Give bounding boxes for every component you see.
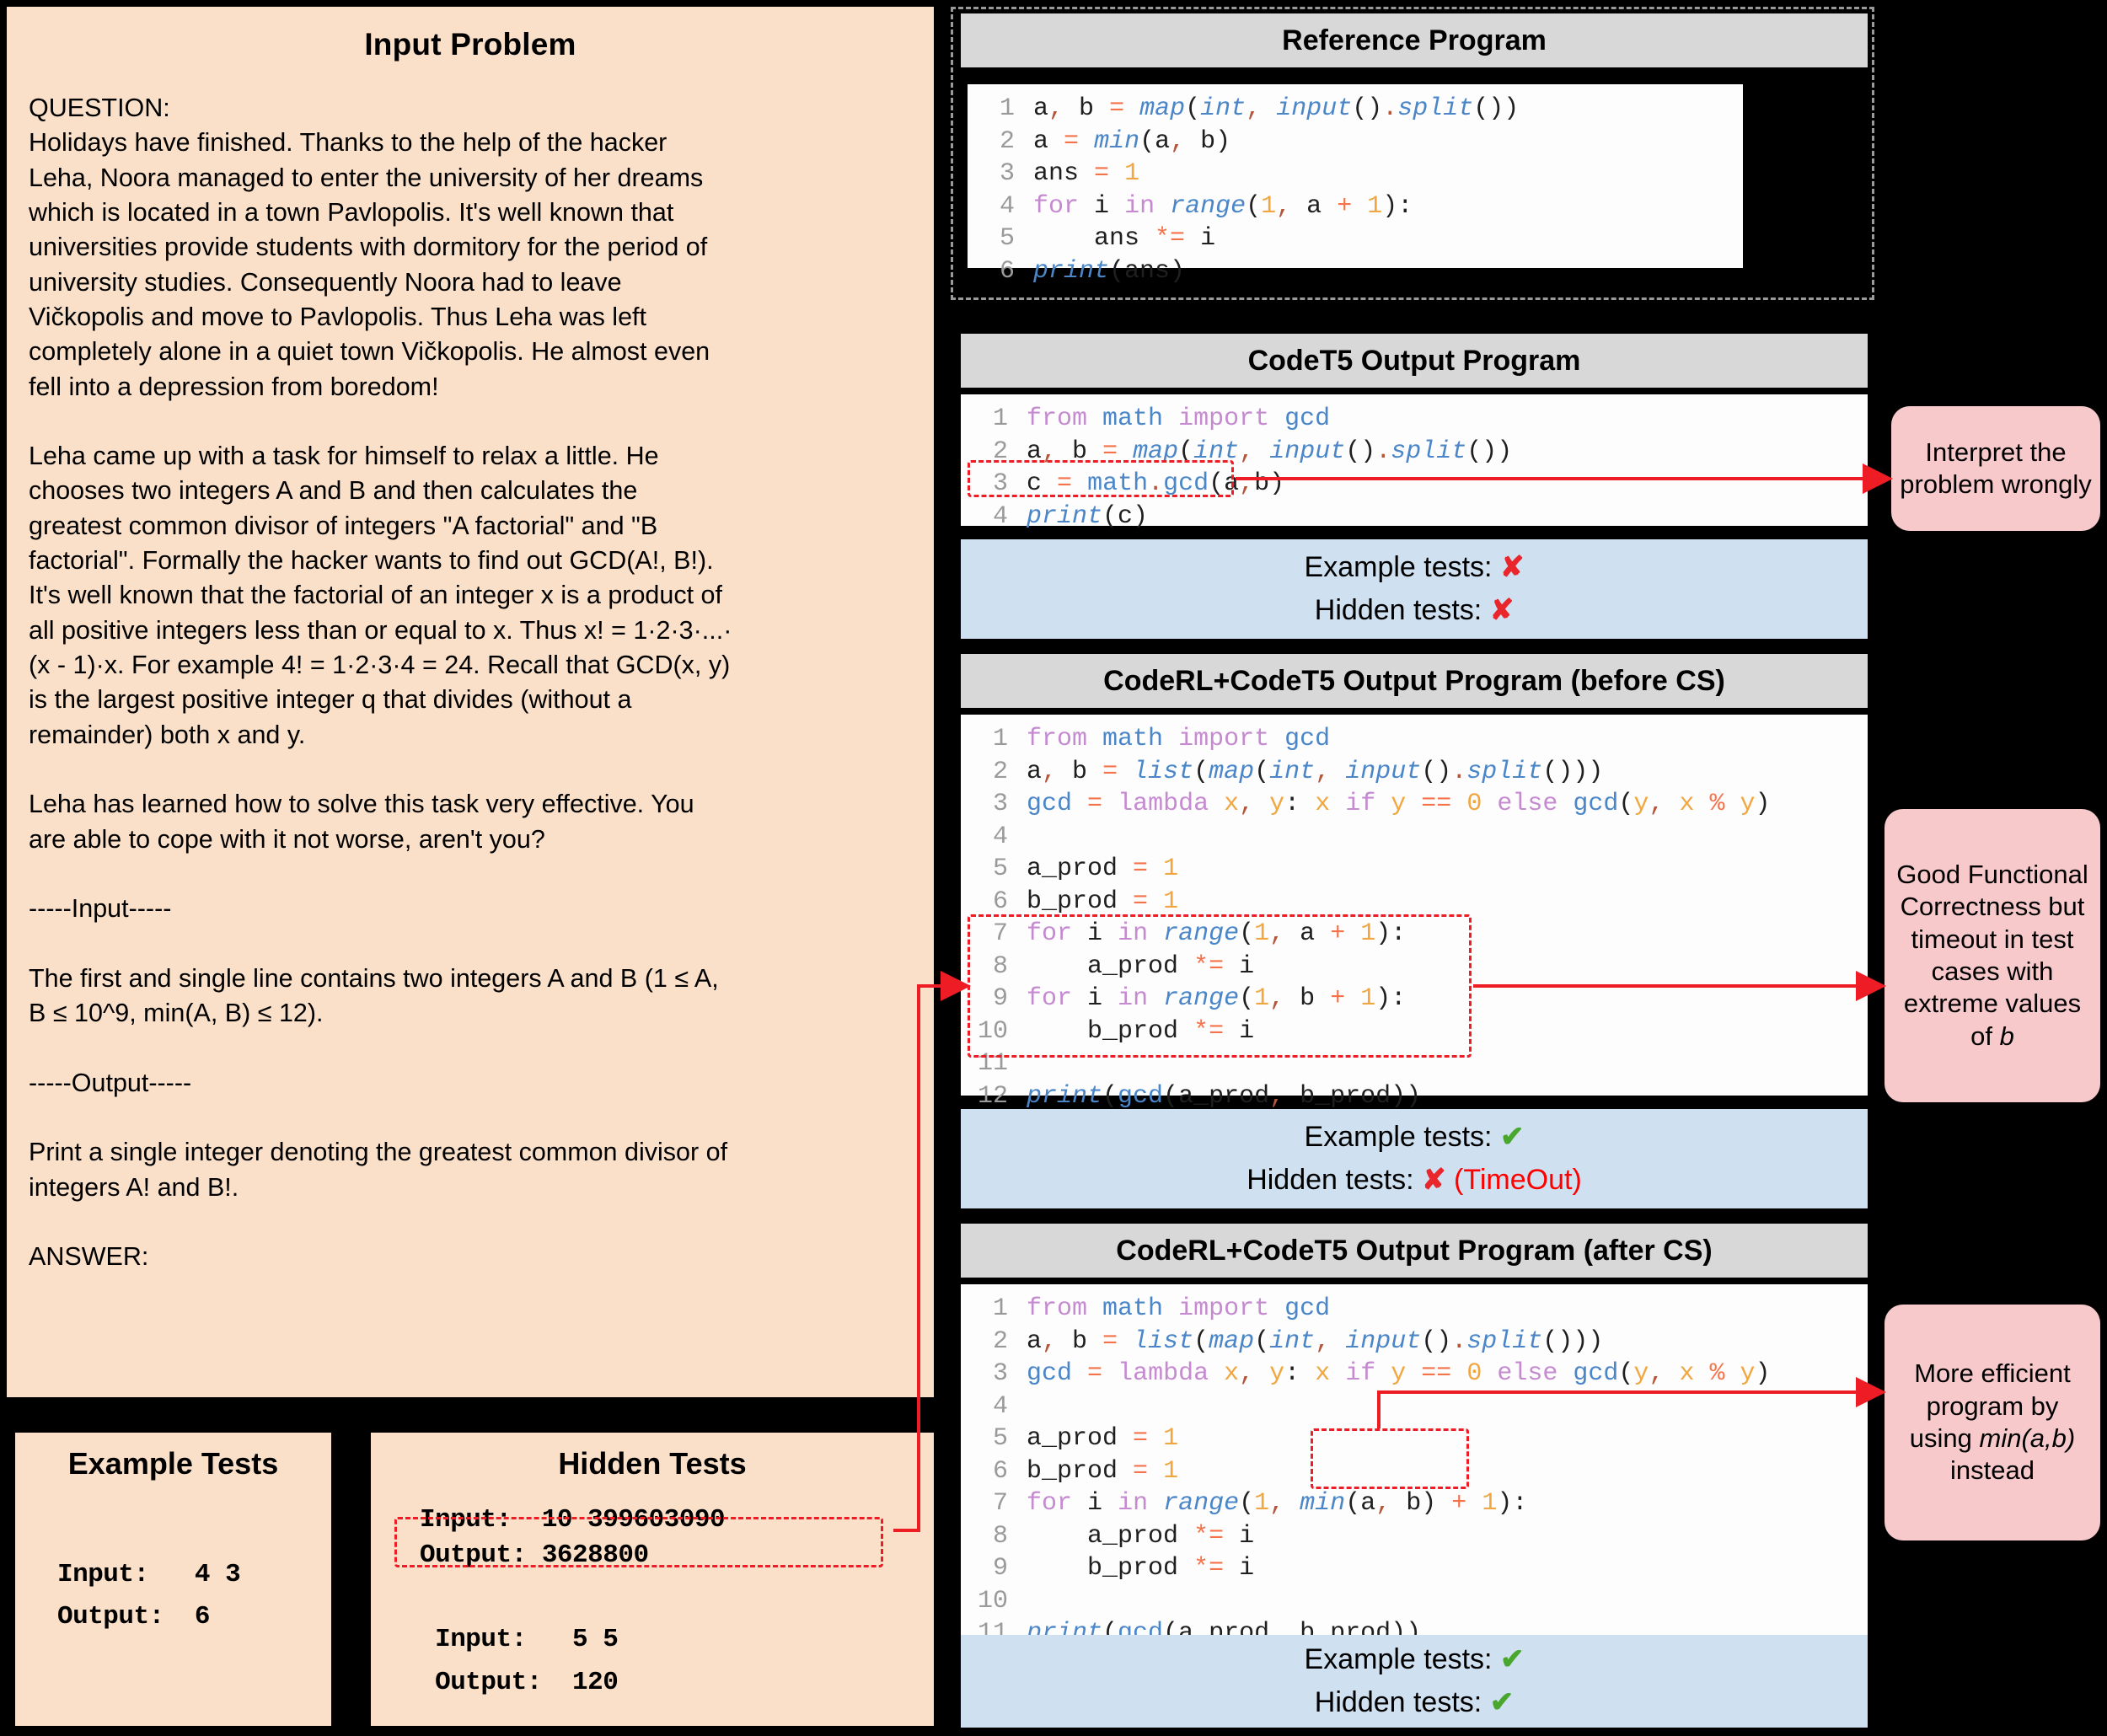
code-line: 4 [992, 822, 1008, 851]
code-line: 3c = math.gcd(a,b) [992, 469, 1285, 499]
example-tests-body: Input: 4 3 Output: 6 [57, 1560, 241, 1632]
timeout-note: (TimeOut) [1454, 1164, 1582, 1196]
hidden-tests-title: Hidden Tests [558, 1446, 747, 1481]
code-line: 1 from math import gcd [992, 725, 1331, 753]
before-cs-example-result: Example tests: ✔ [1305, 1116, 1525, 1159]
code-line: 3 gcd = lambda x, y: x if y == 0 else gcd… [992, 790, 1771, 819]
code-line: 1 a, b = map(int, input().split()) [999, 94, 1520, 123]
page-title: Input Problem [364, 27, 576, 62]
code-line: 2 a, b = list(map(int, input().split())) [992, 757, 1604, 786]
codet5-title: CodeT5 Output Program [1247, 344, 1581, 377]
code-line: 2 a, b = map(int, input().split()) [992, 437, 1513, 466]
before-cs-hidden-result: Hidden tests: ✘ (TimeOut) [1247, 1159, 1582, 1202]
codet5-annotation-bubble: Interpret the problem wrongly [1891, 406, 2100, 531]
code-line: 6 b_prod = 1 [992, 1456, 1179, 1486]
code-line: 11 [977, 1049, 1008, 1079]
code-block-reference: 1 a, b = map(int, input().split()) 2 a = mi… [968, 93, 1743, 287]
example-tests-panel: Example Tests Input: 4 3 Output: 6 [15, 1433, 331, 1726]
code-line: 2 a, b = list(map(int, input().split())) [992, 1326, 1604, 1356]
cross-icon: ✘ [1422, 1164, 1446, 1196]
code-line: 6 print(ans) [999, 256, 1186, 286]
before-cs-results: Example tests: ✔ Hidden tests: ✘ (TimeOu… [961, 1109, 1868, 1208]
annotation-italic-b: b [1999, 1021, 2014, 1051]
after-cs-title: CodeRL+CodeT5 Output Program (after CS) [1116, 1234, 1713, 1267]
code-line: 3 gcd = lambda x, y: x if y == 0 else gcd… [992, 1359, 1771, 1389]
code-line: 9 for i in range(1, b + 1): [992, 984, 1407, 1014]
input-problem-panel: Input Problem QUESTION: Holidays have fi… [7, 7, 934, 1397]
code-line: 7 for i in range(1, a + 1): [992, 919, 1407, 949]
code-line: 8 a_prod *= i [992, 951, 1255, 981]
code-line: 10 [977, 1586, 1008, 1615]
annotation-italic-min: min(a,b) [1979, 1423, 2076, 1453]
problem-statement-text: QUESTION: Holidays have finished. Thanks… [29, 94, 732, 1272]
code-line: 4 print(c) [992, 501, 1149, 531]
before-cs-example-label: Example tests: [1304, 1121, 1493, 1153]
after-cs-results: Example tests: ✔ Hidden tests: ✔ [961, 1635, 1868, 1728]
codet5-hidden-label: Hidden tests: [1314, 594, 1482, 626]
code-line: 5 a_prod = 1 [992, 1424, 1179, 1454]
hidden-tests-body: Output: 3628800 Input: 5 5 Output: 120 [420, 1540, 649, 1697]
check-icon: ✔ [1499, 1121, 1525, 1153]
cross-icon: ✘ [1499, 551, 1525, 583]
codet5-code: 1 from math import gcd 2 a, b = map(int, in… [961, 394, 1868, 531]
reference-program-header: Reference Program [961, 13, 1868, 67]
code-line: 12 print(gcd(a_prod, b_prod)) [977, 1082, 1422, 1112]
after-cs-annotation-bubble: More efficient program by using min(a,b)… [1885, 1305, 2100, 1540]
cross-icon: ✘ [1489, 594, 1515, 626]
code-line: 4 [992, 1391, 1008, 1421]
code-line: 9 b_prod *= i [992, 1554, 1255, 1583]
reference-program-title: Reference Program [1282, 24, 1547, 56]
after-cs-code: 1 from math import gcd 2 a, b = list(map(in… [961, 1284, 1868, 1648]
after-cs-hidden-label: Hidden tests: [1314, 1686, 1482, 1718]
after-cs-header: CodeRL+CodeT5 Output Program (after CS) [961, 1224, 1868, 1278]
before-cs-annotation-bubble: Good Functional Correctness but timeout … [1885, 809, 2100, 1102]
after-cs-hidden-result: Hidden tests: ✔ [1315, 1681, 1514, 1724]
code-line: 5 ans *= i [999, 224, 1216, 254]
codet5-annotation-text: Interpret the problem wrongly [1900, 437, 2092, 499]
after-cs-annotation-text: More efficient program by using min(a,b)… [1909, 1358, 2076, 1486]
before-cs-header: CodeRL+CodeT5 Output Program (before CS) [961, 654, 1868, 708]
before-cs-code: 1 from math import gcd 2 a, b = list(map(in… [961, 715, 1868, 1111]
code-line: 8 a_prod *= i [992, 1521, 1255, 1551]
codet5-header: CodeT5 Output Program [961, 334, 1868, 388]
hidden-tests-highlighted-input: Input: 10 399603090 [420, 1505, 726, 1535]
codet5-example-label: Example tests: [1304, 551, 1493, 583]
reference-program-code: 1 a, b = map(int, input().split()) 2 a = mi… [968, 84, 1743, 286]
after-cs-example-label: Example tests: [1304, 1643, 1493, 1675]
code-block-codet5: 1 from math import gcd 2 a, b = map(int, in… [961, 403, 1868, 533]
check-icon: ✔ [1489, 1686, 1515, 1718]
code-line: 1 from math import gcd [992, 1294, 1331, 1323]
codet5-results: Example tests: ✘ Hidden tests: ✘ [961, 539, 1868, 639]
code-line: 1 from math import gcd [992, 405, 1331, 433]
code-line: 5 a_prod = 1 [992, 855, 1179, 884]
codet5-example-result: Example tests: ✘ [1305, 546, 1525, 589]
hidden-tests-panel: Hidden Tests Input: 10 399603090 Output:… [371, 1433, 934, 1726]
code-block-before-cs: 1 from math import gcd 2 a, b = list(map(in… [961, 723, 1868, 1113]
code-line: 4 for i in range(1, a + 1): [999, 191, 1413, 221]
before-cs-title: CodeRL+CodeT5 Output Program (before CS) [1103, 664, 1725, 697]
codet5-hidden-result: Hidden tests: ✘ [1315, 589, 1514, 632]
code-line: 2a = min(a, b) [999, 126, 1231, 156]
code-line: 3 ans = 1 [999, 159, 1140, 189]
after-cs-example-result: Example tests: ✔ [1305, 1638, 1525, 1681]
before-cs-annotation-text: Good Functional Correctness but timeout … [1896, 859, 2088, 1051]
check-icon: ✔ [1499, 1643, 1525, 1675]
example-tests-title: Example Tests [67, 1446, 279, 1481]
code-block-after-cs: 1 from math import gcd 2 a, b = list(map(in… [961, 1293, 1868, 1650]
code-line: 10 b_prod *= i [977, 1016, 1255, 1046]
code-line: 7 for i in range(1, min(a, b) + 1): [992, 1489, 1528, 1519]
before-cs-hidden-label: Hidden tests: [1247, 1164, 1414, 1196]
code-line: 6 b_prod = 1 [992, 887, 1179, 916]
